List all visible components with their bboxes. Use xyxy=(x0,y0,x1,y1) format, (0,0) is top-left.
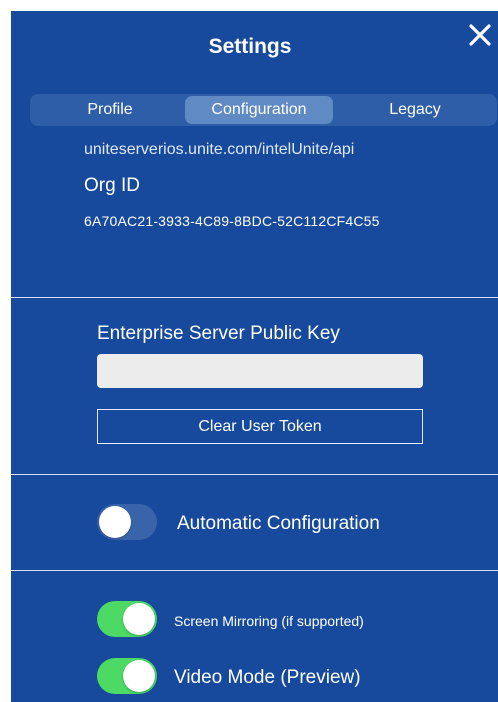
video-mode-toggle[interactable] xyxy=(97,658,157,694)
close-x-icon xyxy=(469,24,491,46)
tab-profile[interactable]: Profile xyxy=(30,94,190,126)
screen-mirroring-label: Screen Mirroring (if supported) xyxy=(174,613,364,629)
tab-legacy[interactable]: Legacy xyxy=(335,94,495,126)
toggle-knob xyxy=(123,660,155,692)
auto-config-toggle[interactable] xyxy=(97,504,157,540)
settings-panel: Settings Profile Configuration Legacy un… xyxy=(11,11,498,702)
tab-configuration[interactable]: Configuration xyxy=(185,96,333,124)
video-mode-label: Video Mode (Preview) xyxy=(174,667,361,688)
server-url-text: uniteserverios.unite.com/intelUnite/api xyxy=(84,141,355,158)
public-key-input[interactable] xyxy=(97,354,423,388)
divider xyxy=(11,570,498,571)
page-title: Settings xyxy=(208,35,292,58)
divider xyxy=(11,297,498,298)
clear-user-token-button[interactable]: Clear User Token xyxy=(97,409,423,444)
auto-config-label: Automatic Configuration xyxy=(177,513,380,534)
public-key-label: Enterprise Server Public Key xyxy=(97,323,340,344)
toggle-knob xyxy=(123,603,155,635)
toggle-knob xyxy=(99,506,131,538)
tab-bar: Profile Configuration Legacy xyxy=(30,94,497,126)
divider xyxy=(11,474,498,475)
screen-mirroring-toggle[interactable] xyxy=(97,601,157,637)
org-id-label: Org ID xyxy=(84,175,140,196)
close-button[interactable] xyxy=(468,23,498,53)
org-id-value: 6A70AC21-3933-4C89-8BDC-52C112CF4C55 xyxy=(84,213,380,229)
